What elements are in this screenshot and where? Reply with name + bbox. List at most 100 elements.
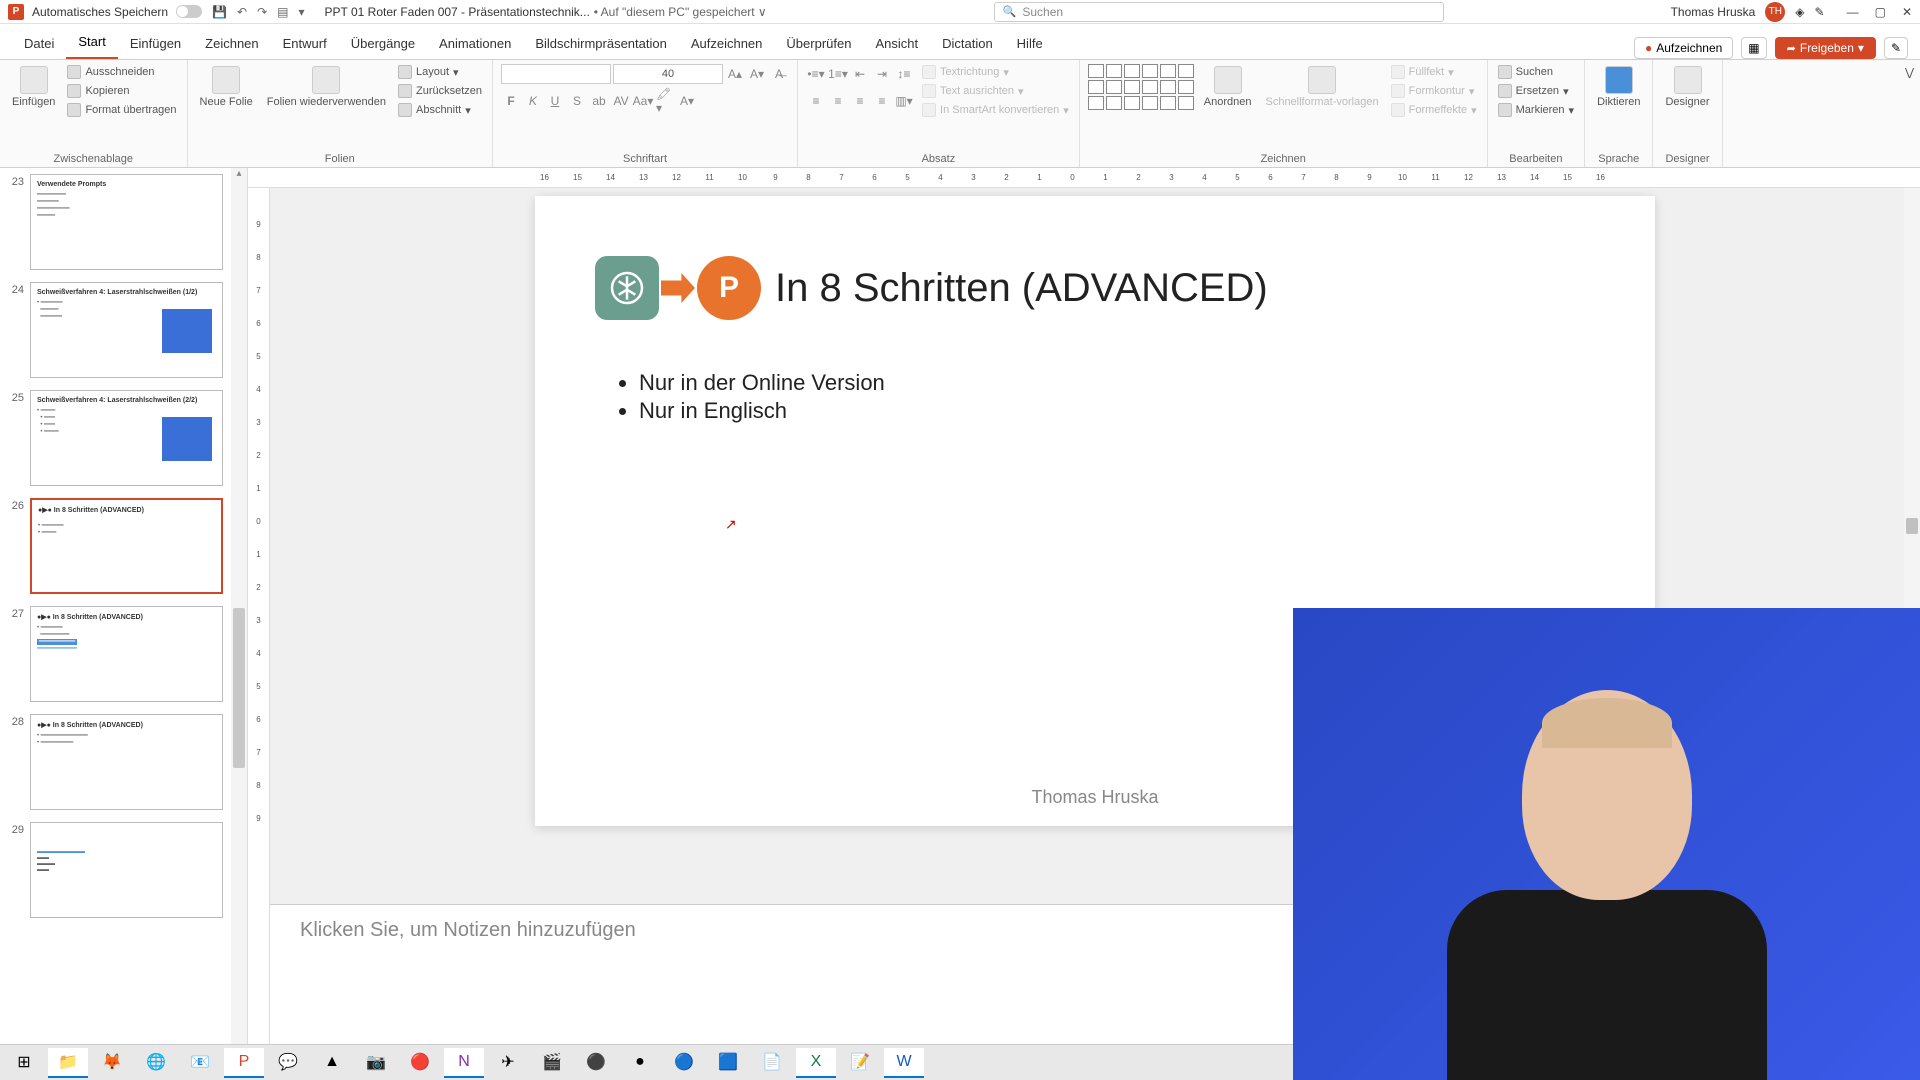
justify-icon[interactable]: ≡: [872, 91, 892, 111]
reset-button[interactable]: Zurücksetzen: [396, 83, 484, 99]
numbering-icon[interactable]: 1≡▾: [828, 64, 848, 84]
close-icon[interactable]: ✕: [1902, 5, 1912, 19]
scrollbar-handle[interactable]: [1906, 518, 1918, 534]
notepad-icon[interactable]: 📝: [840, 1048, 880, 1078]
font-size-input[interactable]: [613, 64, 723, 84]
avatar[interactable]: TH: [1765, 2, 1785, 22]
undo-icon[interactable]: ↶: [237, 5, 247, 19]
text-direction-button[interactable]: Textrichtung ▾: [920, 64, 1071, 80]
font-family-input[interactable]: [501, 64, 611, 84]
app-icon[interactable]: 🔴: [400, 1048, 440, 1078]
telegram-icon[interactable]: ✈: [488, 1048, 528, 1078]
share-button[interactable]: Freigeben ▾: [1775, 37, 1876, 59]
thumbnail-25[interactable]: 25 Schweißverfahren 4: Laserstrahlschwei…: [0, 384, 247, 492]
arrange-button[interactable]: Anordnen: [1200, 64, 1256, 110]
shrink-font-icon[interactable]: A▾: [747, 64, 767, 84]
minimize-icon[interactable]: —: [1847, 5, 1859, 19]
app-icon[interactable]: 🎬: [532, 1048, 572, 1078]
designer-button[interactable]: Designer: [1661, 64, 1713, 110]
shapes-gallery[interactable]: [1088, 64, 1194, 110]
slide-body[interactable]: Nur in der Online Version Nur in Englisc…: [615, 370, 1595, 424]
underline-button[interactable]: U: [545, 91, 565, 111]
thumbnail-27[interactable]: 27 ●▶● In 8 Schritten (ADVANCED)• ━━━━━━…: [0, 600, 247, 708]
shadow-button[interactable]: ab: [589, 91, 609, 111]
dictate-button[interactable]: Diktieren: [1593, 64, 1644, 110]
start-menu-icon[interactable]: ⊞: [4, 1048, 44, 1078]
tab-einfuegen[interactable]: Einfügen: [118, 28, 193, 59]
record-button[interactable]: Aufzeichnen: [1634, 37, 1733, 59]
thumbnail-24[interactable]: 24 Schweißverfahren 4: Laserstrahlschwei…: [0, 276, 247, 384]
bullets-icon[interactable]: •≡▾: [806, 64, 826, 84]
tab-ansicht[interactable]: Ansicht: [863, 28, 930, 59]
autosave-toggle[interactable]: [176, 5, 202, 18]
align-text-button[interactable]: Text ausrichten ▾: [920, 83, 1071, 99]
format-painter-button[interactable]: Format übertragen: [65, 102, 178, 118]
indent-inc-icon[interactable]: ⇥: [872, 64, 892, 84]
outline-button[interactable]: Formkontur ▾: [1389, 83, 1479, 99]
collapse-ribbon-icon[interactable]: ⋁: [1899, 60, 1920, 167]
excel-icon[interactable]: X: [796, 1048, 836, 1078]
redo-icon[interactable]: ↷: [257, 5, 267, 19]
powerpoint-taskbar-icon[interactable]: P: [224, 1048, 264, 1078]
app-icon[interactable]: 📄: [752, 1048, 792, 1078]
effects-button[interactable]: Formeffekte ▾: [1389, 102, 1479, 118]
diamond-icon[interactable]: ◈: [1795, 5, 1804, 19]
strike-button[interactable]: S: [567, 91, 587, 111]
smartart-button[interactable]: In SmartArt konvertieren ▾: [920, 102, 1071, 118]
tab-entwurf[interactable]: Entwurf: [271, 28, 339, 59]
thumbnail-23[interactable]: 23 Verwendete Prompts━━━━━━━━━━━━━━━━━━━…: [0, 168, 247, 276]
app-icon[interactable]: 📷: [356, 1048, 396, 1078]
teams-icon[interactable]: ▦: [1741, 37, 1766, 59]
vertical-ruler[interactable]: 9876543210123456789: [248, 188, 270, 1054]
columns-icon[interactable]: ▥▾: [894, 91, 914, 111]
layout-button[interactable]: Layout ▾: [396, 64, 484, 80]
thumbnail-26[interactable]: 26 ●▶● In 8 Schritten (ADVANCED)• ━━━━━━…: [0, 492, 247, 600]
horizontal-ruler[interactable]: 1615141312111098765432101234567891011121…: [248, 168, 1920, 188]
tab-hilfe[interactable]: Hilfe: [1005, 28, 1055, 59]
tab-animationen[interactable]: Animationen: [427, 28, 523, 59]
grow-font-icon[interactable]: A▴: [725, 64, 745, 84]
font-color-button[interactable]: A▾: [677, 91, 697, 111]
maximize-icon[interactable]: ▢: [1875, 5, 1886, 19]
replace-button[interactable]: Ersetzen ▾: [1496, 83, 1576, 99]
firefox-icon[interactable]: 🦊: [92, 1048, 132, 1078]
new-slide-button[interactable]: Neue Folie: [196, 64, 257, 110]
section-button[interactable]: Abschnitt ▾: [396, 102, 484, 118]
app-icon[interactable]: ●: [620, 1048, 660, 1078]
present-icon[interactable]: ▤: [277, 5, 288, 19]
tab-start[interactable]: Start: [66, 26, 117, 59]
qat-more-icon[interactable]: ▾: [299, 5, 305, 19]
reuse-slides-button[interactable]: Folien wiederverwenden: [263, 64, 390, 110]
cut-button[interactable]: Ausschneiden: [65, 64, 178, 80]
save-icon[interactable]: 💾: [212, 5, 227, 19]
tab-zeichnen[interactable]: Zeichnen: [193, 28, 270, 59]
chrome-icon[interactable]: 🌐: [136, 1048, 176, 1078]
pen-icon[interactable]: ✎: [1815, 5, 1825, 19]
slide-title[interactable]: In 8 Schritten (ADVANCED): [775, 266, 1268, 311]
italic-button[interactable]: K: [523, 91, 543, 111]
user-name[interactable]: Thomas Hruska: [1671, 5, 1756, 19]
tab-aufzeichnen[interactable]: Aufzeichnen: [679, 28, 775, 59]
find-button[interactable]: Suchen: [1496, 64, 1576, 80]
tab-datei[interactable]: Datei: [12, 28, 66, 59]
paste-button[interactable]: Einfügen: [8, 64, 59, 110]
align-left-icon[interactable]: ≡: [806, 91, 826, 111]
app-icon[interactable]: 💬: [268, 1048, 308, 1078]
word-icon[interactable]: W: [884, 1048, 924, 1078]
thumbnails-scrollbar[interactable]: [231, 168, 247, 1054]
thumbnail-29[interactable]: 29 ▬▬▬▬▬▬▬▬▬▬▬▬▬▬▬: [0, 816, 247, 924]
bold-button[interactable]: F: [501, 91, 521, 111]
align-center-icon[interactable]: ≡: [828, 91, 848, 111]
highlight-button[interactable]: 🖍▾: [655, 91, 675, 111]
align-right-icon[interactable]: ≡: [850, 91, 870, 111]
quick-styles-button[interactable]: Schnellformat-vorlagen: [1261, 64, 1382, 110]
outlook-icon[interactable]: 📧: [180, 1048, 220, 1078]
case-button[interactable]: Aa▾: [633, 91, 653, 111]
onenote-icon[interactable]: N: [444, 1048, 484, 1078]
clear-format-icon[interactable]: A̶: [769, 64, 789, 84]
vlc-icon[interactable]: ▲: [312, 1048, 352, 1078]
line-spacing-icon[interactable]: ↕≡: [894, 64, 914, 84]
copy-button[interactable]: Kopieren: [65, 83, 178, 99]
tab-uebergaenge[interactable]: Übergänge: [339, 28, 427, 59]
search-input[interactable]: Suchen: [994, 2, 1444, 22]
